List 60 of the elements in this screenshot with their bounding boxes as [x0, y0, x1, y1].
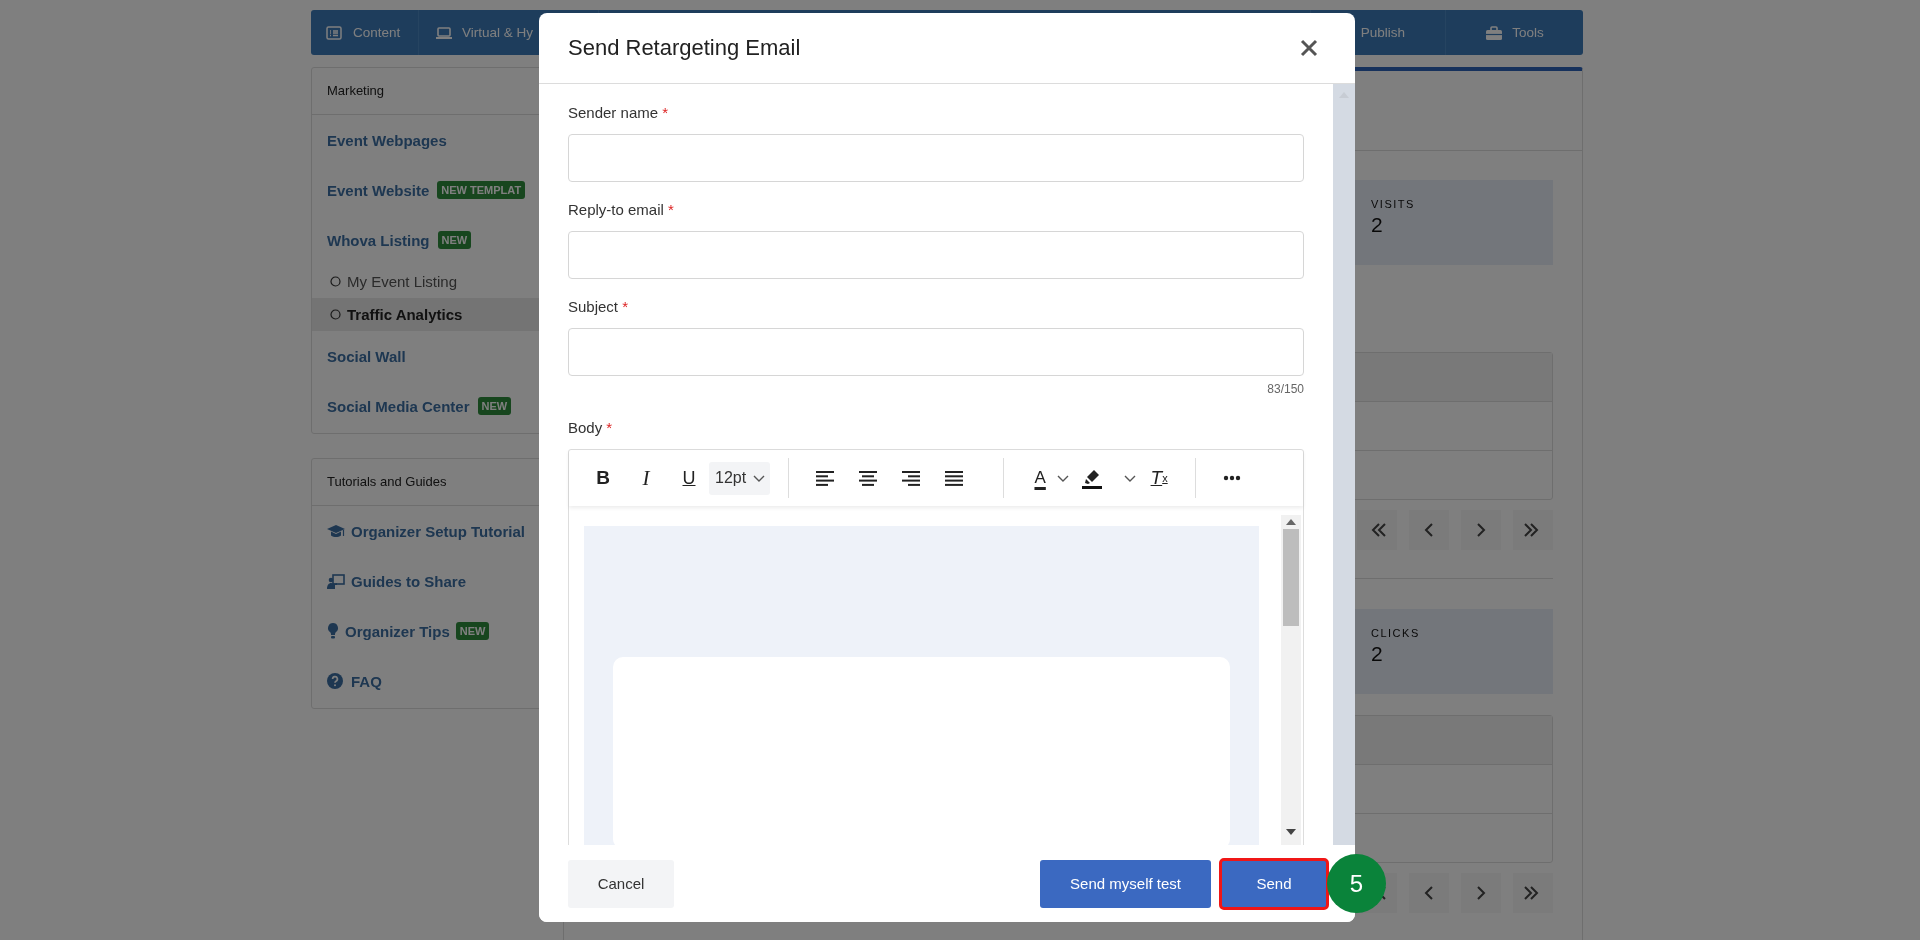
pager-button[interactable] [1409, 873, 1449, 913]
italic-button[interactable]: I [634, 463, 658, 493]
cancel-button[interactable]: Cancel [568, 859, 674, 908]
stat-value: 2 [1371, 642, 1384, 666]
input-field[interactable] [568, 134, 1304, 182]
new-badge: NEW [477, 397, 512, 415]
pager-button[interactable] [1357, 510, 1397, 550]
input-field[interactable] [568, 328, 1304, 376]
scroll-up-icon [1286, 519, 1296, 525]
character-counter: 83/150 [1266, 382, 1304, 396]
sidebar-item[interactable]: Event Website NEW TEMPLAT [312, 165, 550, 215]
sidebar-item[interactable]: Guides to Share [312, 556, 550, 606]
sidebar-item[interactable]: Social Media Center NEW [312, 381, 550, 431]
justify-icon [945, 470, 964, 486]
radio-icon [330, 309, 341, 320]
close-icon [1300, 39, 1318, 57]
send-button[interactable]: Send [1221, 859, 1327, 908]
underline-button[interactable]: U [677, 463, 701, 493]
scroll-thumb[interactable] [1283, 529, 1299, 626]
align-right-icon [902, 470, 921, 486]
laptop-icon [435, 24, 453, 41]
field-label: Subject * [568, 298, 630, 317]
marker-icon [1081, 467, 1104, 489]
pager-button[interactable] [1513, 873, 1553, 913]
presenter-icon [327, 573, 345, 589]
stat-label: VISITS [1371, 198, 1416, 210]
pager-button[interactable] [1513, 510, 1553, 550]
nav-tab[interactable]: Content [311, 10, 419, 55]
toolbox-icon [1485, 24, 1504, 41]
lightbulb-icon [327, 623, 339, 639]
sidebar-subitem[interactable]: My Event Listing [312, 265, 550, 298]
sidebar-item[interactable]: Whova Listing NEW [312, 215, 550, 265]
font-size-select[interactable]: 12pt [709, 461, 771, 495]
stat-value: 2 [1371, 213, 1384, 237]
align-center-icon [859, 470, 878, 486]
radio-icon [330, 276, 341, 287]
field-label: Reply-to email * [568, 201, 675, 220]
pager-button[interactable] [1461, 873, 1501, 913]
send-button[interactable]: Send myself test [1040, 859, 1211, 908]
pager-button[interactable] [1409, 510, 1449, 550]
sidebar-item[interactable]: FAQ [312, 656, 550, 706]
align-left-icon [816, 470, 835, 486]
input-field[interactable] [568, 231, 1304, 279]
field-label: Body * [568, 419, 614, 438]
list-icon [326, 24, 344, 41]
pager-button[interactable] [1461, 510, 1501, 550]
sidebar-item[interactable]: Organizer Tips NEW [312, 606, 550, 656]
new-badge: NEW [455, 622, 490, 640]
sidebar-item[interactable]: Organizer Setup Tutorial [312, 506, 550, 556]
stat-label: CLICKS [1371, 627, 1421, 639]
more-icon [1223, 475, 1242, 481]
bold-button[interactable]: B [591, 463, 615, 493]
help-icon [327, 673, 345, 689]
new-badge: NEW [437, 231, 472, 249]
graduation-cap-icon [327, 523, 345, 539]
new-badge: NEW TEMPLAT [437, 181, 526, 199]
text-color-button[interactable]: A [1028, 463, 1053, 493]
field-label: Sender name * [568, 104, 670, 123]
nav-tab[interactable]: Tools [1446, 10, 1583, 55]
scroll-down-icon [1286, 829, 1296, 835]
